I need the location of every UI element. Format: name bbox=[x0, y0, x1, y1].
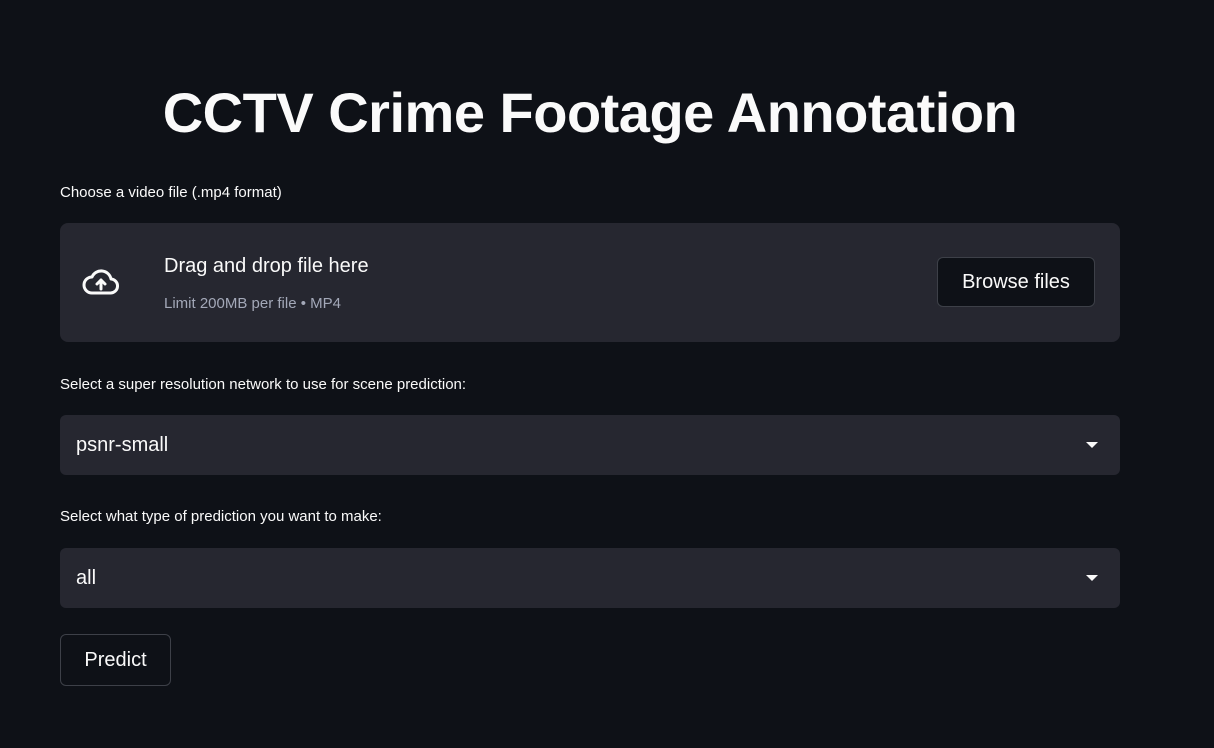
prediction-type-select[interactable]: all bbox=[60, 548, 1120, 608]
network-select-value: psnr-small bbox=[76, 434, 169, 456]
file-dropzone[interactable]: Drag and drop file here Limit 200MB per … bbox=[60, 223, 1120, 342]
chevron-down-icon bbox=[1086, 442, 1098, 448]
browse-files-button[interactable]: Browse files bbox=[937, 257, 1095, 307]
network-select[interactable]: psnr-small bbox=[60, 415, 1120, 475]
chevron-down-icon bbox=[1086, 575, 1098, 581]
page-title: CCTV Crime Footage Annotation bbox=[162, 81, 1018, 144]
dropzone-instructions: Drag and drop file here bbox=[164, 255, 369, 277]
dropzone-limit: Limit 200MB per file • MP4 bbox=[164, 295, 341, 312]
network-select-label: Select a super resolution network to use… bbox=[60, 376, 467, 393]
file-uploader-label: Choose a video file (.mp4 format) bbox=[60, 184, 282, 201]
predict-button[interactable]: Predict bbox=[60, 634, 171, 686]
app-container: CCTV Crime Footage Annotation Choose a v… bbox=[0, 0, 1214, 748]
prediction-select-value: all bbox=[76, 567, 97, 589]
prediction-select-label: Select what type of prediction you want … bbox=[60, 508, 382, 525]
cloud-upload-icon bbox=[82, 263, 120, 301]
